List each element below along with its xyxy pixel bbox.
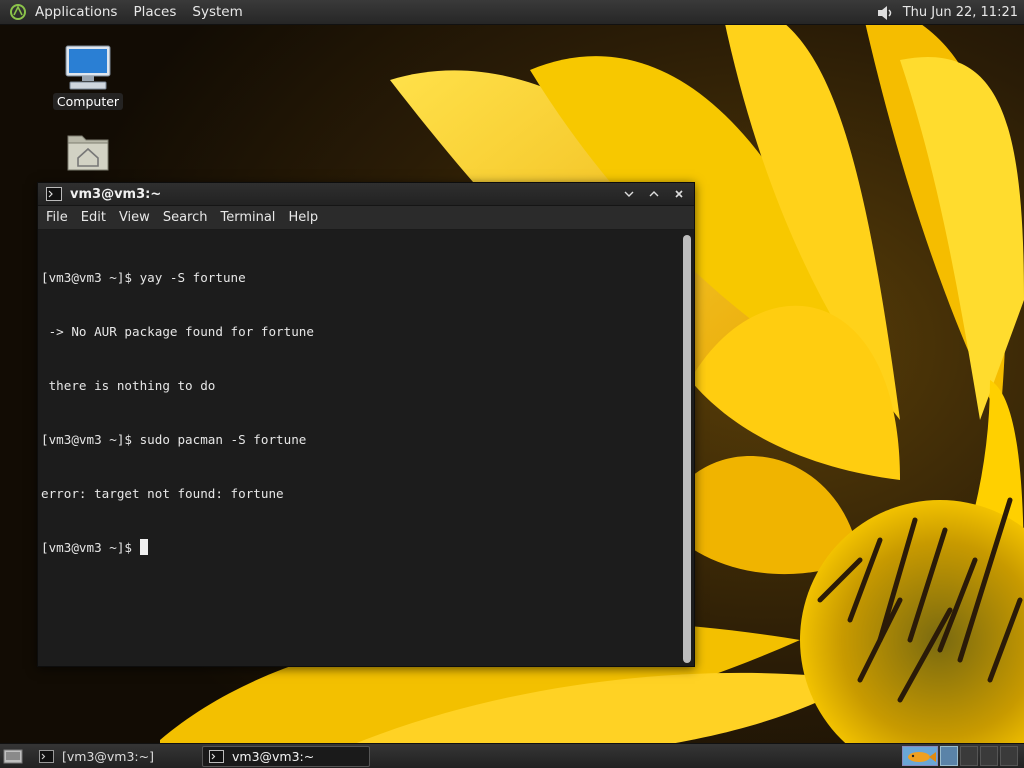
workspace-1[interactable] xyxy=(940,746,958,766)
show-desktop-icon xyxy=(3,749,23,764)
chevron-down-icon xyxy=(624,191,634,197)
terminal-prompt-line[interactable]: [vm3@vm3 ~]$ xyxy=(41,539,694,557)
minimize-button[interactable] xyxy=(618,185,640,203)
top-panel: Applications Places System Thu Jun 22, 1… xyxy=(0,0,1024,25)
terminal-line: [vm3@vm3 ~]$ sudo pacman -S fortune xyxy=(41,432,307,447)
show-desktop-button[interactable] xyxy=(3,747,23,765)
terminal-prompt: [vm3@vm3 ~]$ xyxy=(41,540,140,555)
maximize-button[interactable] xyxy=(643,185,665,203)
taskbar-item-label: [vm3@vm3:~] xyxy=(62,749,154,764)
workspace-2[interactable] xyxy=(960,746,978,766)
home-folder-icon xyxy=(62,128,114,176)
terminal-scrollbar[interactable] xyxy=(683,235,691,663)
text-cursor xyxy=(139,539,148,555)
workspace-3[interactable] xyxy=(980,746,998,766)
workspace-4[interactable] xyxy=(1000,746,1018,766)
window-title: vm3@vm3:~ xyxy=(70,186,162,202)
menu-view[interactable]: View xyxy=(119,210,150,225)
desktop-icon-computer[interactable]: Computer xyxy=(48,44,128,110)
window-titlebar[interactable]: vm3@vm3:~ xyxy=(38,183,694,206)
volume-icon[interactable] xyxy=(875,3,895,23)
close-icon xyxy=(675,190,683,198)
taskbar-item-terminal[interactable]: [vm3@vm3:~] xyxy=(33,746,193,767)
taskbar-item-terminal-active[interactable]: vm3@vm3:~ xyxy=(202,746,370,767)
fish-applet-icon[interactable] xyxy=(902,746,938,766)
clock[interactable]: Thu Jun 22, 11:21 xyxy=(903,5,1018,20)
taskbar-item-label: vm3@vm3:~ xyxy=(232,749,315,764)
menu-terminal[interactable]: Terminal xyxy=(220,210,275,225)
terminal-icon xyxy=(39,750,54,763)
terminal-line: [vm3@vm3 ~]$ yay -S fortune xyxy=(41,270,246,285)
terminal-line: -> No AUR package found for fortune xyxy=(41,324,314,339)
terminal-icon xyxy=(209,750,224,763)
workspace-switcher[interactable] xyxy=(902,746,1020,766)
terminal-window[interactable]: vm3@vm3:~ File Edit View Search Terminal… xyxy=(37,182,695,667)
menu-help[interactable]: Help xyxy=(288,210,318,225)
computer-icon xyxy=(62,44,114,92)
menu-edit[interactable]: Edit xyxy=(81,210,106,225)
chevron-up-icon xyxy=(649,191,659,197)
menu-search[interactable]: Search xyxy=(163,210,208,225)
terminal-menubar: File Edit View Search Terminal Help xyxy=(38,206,694,230)
desktop-icon-home[interactable] xyxy=(48,128,128,176)
desktop-icon-label: Computer xyxy=(52,93,124,110)
terminal-line: there is nothing to do xyxy=(41,378,216,393)
menu-system[interactable]: System xyxy=(192,4,242,20)
menu-applications[interactable]: Applications xyxy=(35,4,117,20)
menu-places[interactable]: Places xyxy=(133,4,176,20)
bottom-panel: [vm3@vm3:~] vm3@vm3:~ xyxy=(0,743,1024,768)
menu-file[interactable]: File xyxy=(46,210,68,225)
terminal-line: error: target not found: fortune xyxy=(41,486,284,501)
distro-logo-icon[interactable] xyxy=(7,1,29,23)
terminal-icon xyxy=(46,187,62,201)
terminal-output[interactable]: [vm3@vm3 ~]$ yay -S fortune -> No AUR pa… xyxy=(38,231,694,666)
close-button[interactable] xyxy=(668,185,690,203)
